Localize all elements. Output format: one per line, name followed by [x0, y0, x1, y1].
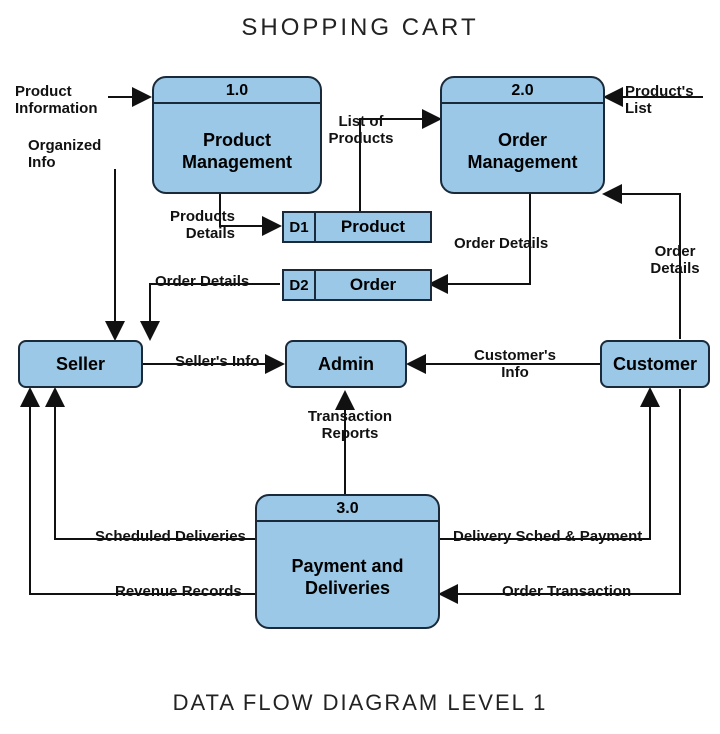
flow-label: Order Details [645, 244, 705, 277]
flow-label: Product Information [15, 84, 107, 117]
datastore-product: D1 Product [282, 211, 432, 243]
datastore-name: Product [316, 213, 430, 241]
process-name: Order Management [442, 104, 603, 198]
flow-label: List of Products [326, 114, 396, 147]
process-number: 2.0 [442, 78, 603, 104]
process-product-management: 1.0 Product Management [152, 76, 322, 194]
flow-label: Seller's Info [175, 354, 259, 371]
flow-label: Organized Info [28, 138, 114, 171]
datastore-id: D1 [282, 213, 316, 241]
process-name: Product Management [154, 104, 320, 198]
process-number: 3.0 [257, 496, 438, 522]
flow-label: Products Details [165, 209, 235, 242]
datastore-id: D2 [282, 271, 316, 299]
flow-label: Order Transaction [502, 584, 631, 601]
flow-label: Scheduled Deliveries [95, 529, 246, 546]
datastore-order: D2 Order [282, 269, 432, 301]
entity-customer: Customer [600, 340, 710, 388]
process-payment-deliveries: 3.0 Payment and Deliveries [255, 494, 440, 629]
process-number: 1.0 [154, 78, 320, 104]
flow-label: Order Details [155, 274, 249, 291]
process-name: Payment and Deliveries [257, 522, 438, 632]
flow-label: Transaction Reports [302, 409, 398, 442]
flow-label: Revenue Records [115, 584, 242, 601]
datastore-name: Order [316, 271, 430, 299]
flow-label: Customer's Info [465, 348, 565, 381]
entity-admin: Admin [285, 340, 407, 388]
process-order-management: 2.0 Order Management [440, 76, 605, 194]
flow-label: Product's List [625, 84, 705, 117]
diagram-footer: DATA FLOW DIAGRAM LEVEL 1 [0, 690, 720, 716]
flow-label: Order Details [454, 236, 548, 253]
entity-seller: Seller [18, 340, 143, 388]
flow-label: Delivery Sched & Payment [453, 529, 642, 546]
